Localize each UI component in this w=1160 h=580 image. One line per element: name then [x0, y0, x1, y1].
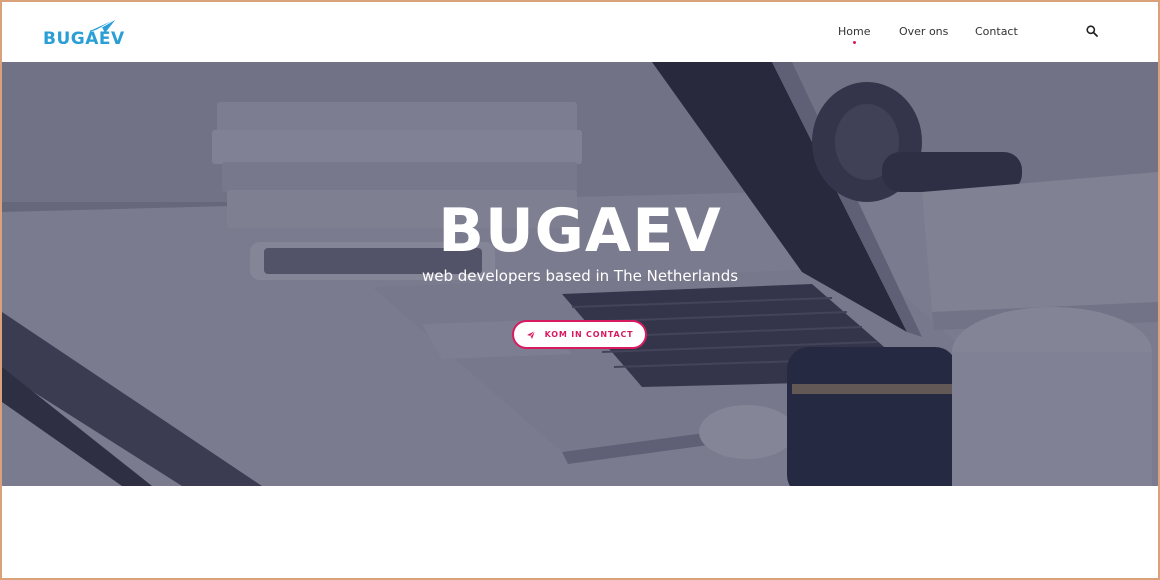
hero-section: BUGAEV web developers based in The Nethe…: [2, 62, 1158, 486]
content-section: [2, 486, 1158, 578]
search-icon[interactable]: [1085, 24, 1099, 38]
nav-item-contact[interactable]: Contact: [975, 25, 1018, 38]
nav-item-home[interactable]: Home: [838, 25, 870, 38]
contact-cta-button[interactable]: KOM IN CONTACT: [512, 320, 647, 349]
nav-active-indicator: [853, 41, 856, 44]
main-nav: Home Over ons Contact: [2, 2, 1158, 62]
hero-title: BUGAEV: [438, 196, 722, 266]
page-frame: BUGAEV Home Over ons Contact BUGAEV web …: [2, 2, 1158, 578]
paper-plane-icon: [526, 330, 535, 339]
nav-item-over-ons[interactable]: Over ons: [899, 25, 948, 38]
contact-cta-label: KOM IN CONTACT: [544, 330, 634, 339]
site-header: BUGAEV Home Over ons Contact: [2, 2, 1158, 62]
hero-subtitle: web developers based in The Netherlands: [421, 267, 739, 285]
